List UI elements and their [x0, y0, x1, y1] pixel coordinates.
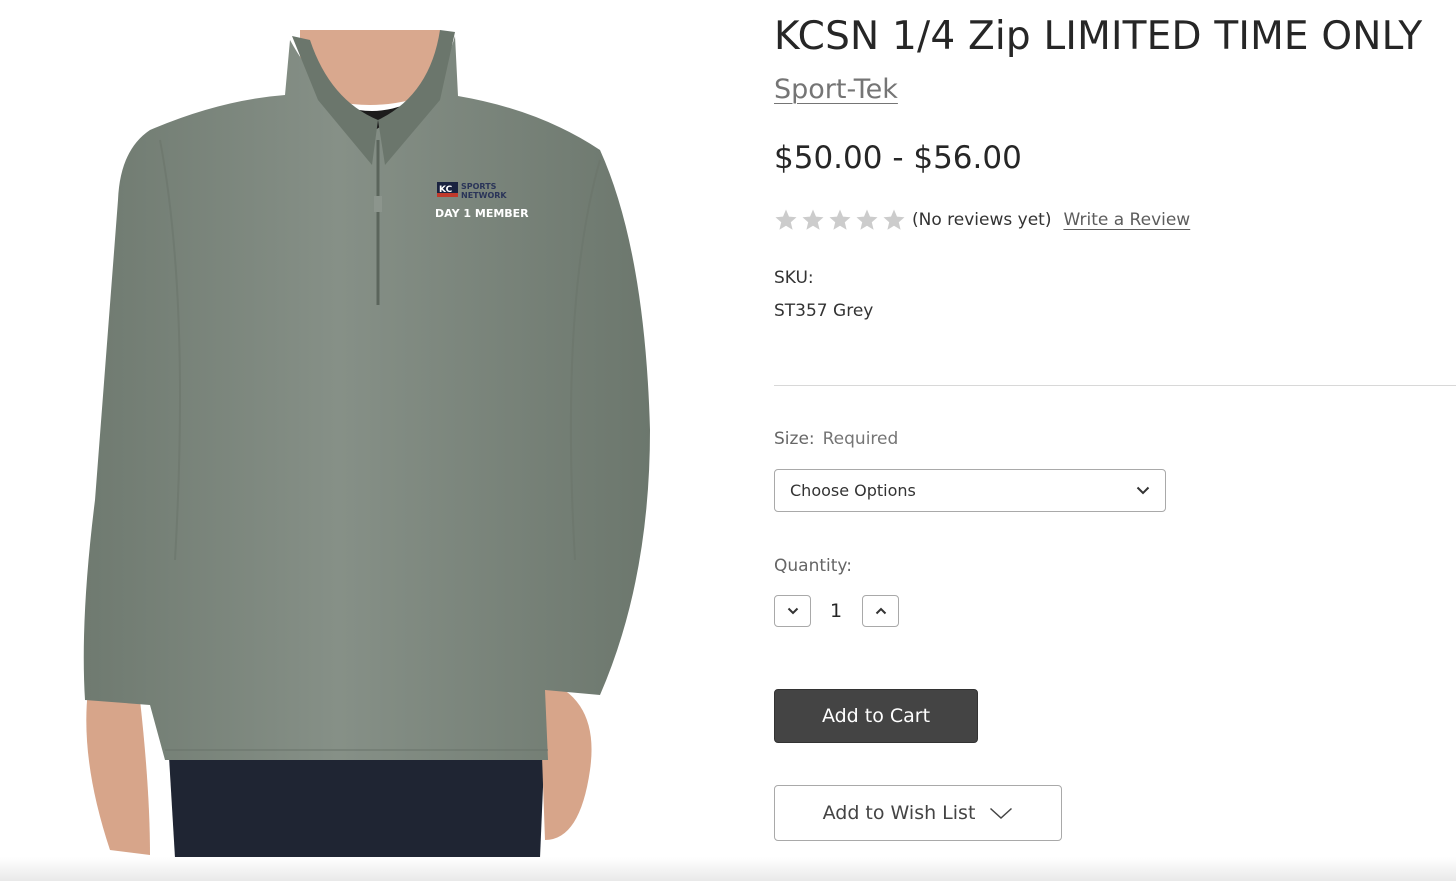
size-label-text: Size:: [774, 429, 815, 449]
svg-text:DAY 1 MEMBER: DAY 1 MEMBER: [435, 207, 529, 220]
no-reviews-text: (No reviews yet): [912, 210, 1052, 230]
wishlist-label: Add to Wish List: [822, 802, 976, 824]
star-rating: [774, 208, 906, 232]
price-range: $50.00 - $56.00: [774, 140, 1022, 176]
svg-text:NETWORK: NETWORK: [461, 191, 507, 200]
product-title: KCSN 1/4 Zip LIMITED TIME ONLY: [774, 14, 1423, 59]
zipper-pull: [374, 196, 382, 212]
star-icon: [802, 209, 824, 230]
svg-text:SPORTS: SPORTS: [461, 182, 497, 191]
product-photo: KC SPORTS NETWORK DAY 1 MEMBER: [83, 30, 650, 858]
left-hand: [86, 690, 150, 855]
brand-link[interactable]: Sport-Tek: [774, 74, 898, 105]
quantity-input[interactable]: 1: [812, 600, 860, 622]
chevron-down-icon: [1136, 486, 1150, 495]
size-required-text: Required: [822, 429, 899, 449]
quantity-increment-button[interactable]: [862, 595, 899, 627]
star-icon: [775, 209, 797, 230]
star-icon: [829, 209, 851, 230]
add-to-wishlist-button[interactable]: Add to Wish List: [774, 785, 1062, 841]
size-select[interactable]: Choose Options: [774, 469, 1166, 512]
chevron-down-icon: [787, 607, 798, 615]
quantity-label: Quantity:: [774, 556, 852, 576]
write-review-link[interactable]: Write a Review: [1063, 210, 1190, 230]
product-image[interactable]: KC SPORTS NETWORK DAY 1 MEMBER: [0, 0, 735, 881]
chevron-down-icon: [989, 807, 1013, 820]
sku-label: SKU:: [774, 268, 814, 288]
svg-text:KC: KC: [439, 185, 453, 195]
bottom-fade: [0, 857, 1456, 881]
divider: [774, 385, 1456, 386]
size-select-value: Choose Options: [790, 481, 916, 500]
quantity-decrement-button[interactable]: [774, 595, 811, 627]
sku-value: ST357 Grey: [774, 301, 874, 321]
star-icon: [883, 209, 905, 230]
chevron-up-icon: [875, 607, 886, 615]
add-to-cart-button[interactable]: Add to Cart: [774, 689, 978, 743]
star-icon: [856, 209, 878, 230]
size-label: Size: Required: [774, 429, 898, 449]
rating-row: (No reviews yet) Write a Review: [774, 208, 1190, 232]
